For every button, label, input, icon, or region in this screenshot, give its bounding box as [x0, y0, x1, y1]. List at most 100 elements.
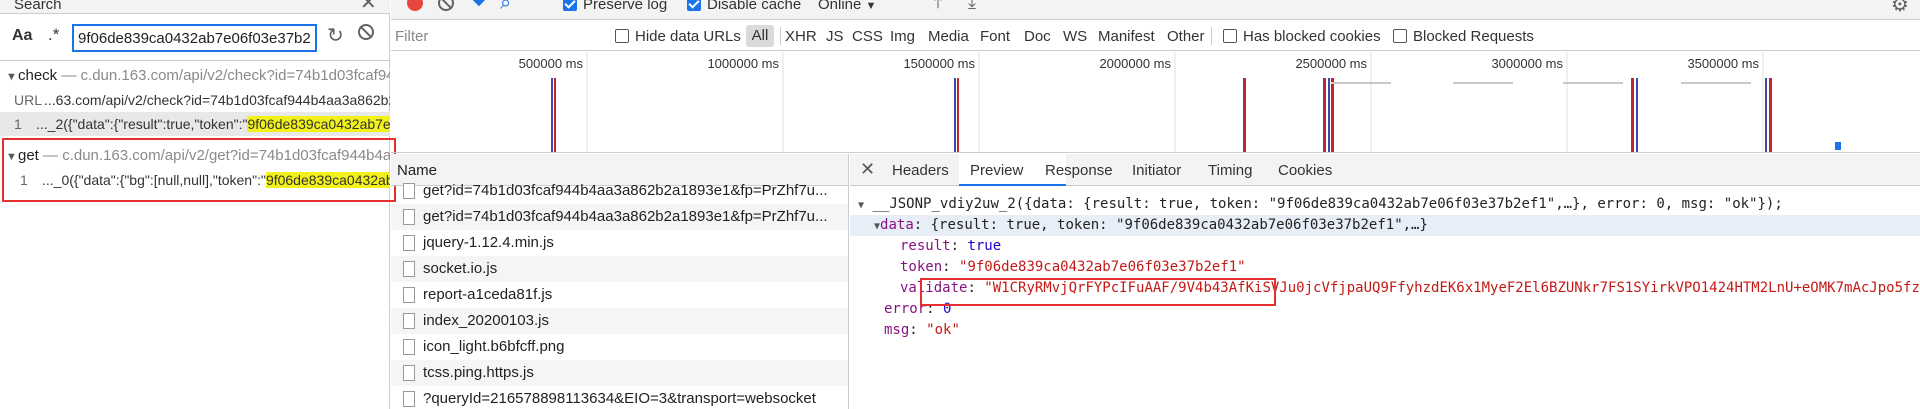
timeline-request-segment — [1681, 82, 1751, 84]
tab-response[interactable]: Response — [1045, 162, 1113, 179]
tab-cookies[interactable]: Cookies — [1278, 162, 1332, 179]
timeline-overview[interactable]: 500000 ms 1000000 ms 1500000 ms 2000000 ms 2… — [391, 52, 1920, 153]
tab-preview[interactable]: Preview — [970, 162, 1023, 179]
request-row[interactable]: ?queryId=216578898113634&EIO=3&transport… — [391, 386, 848, 409]
request-details-panel: ✕ Headers Preview Response Initiator Tim… — [850, 154, 1920, 409]
timeline-request-bar — [1243, 78, 1246, 152]
network-toolbar: ⏷ ⌕ Preserve log Disable cache Online ▼ … — [391, 0, 1920, 20]
tab-timing[interactable]: Timing — [1208, 162, 1252, 179]
request-list: Name get?id=74b1d03fcaf944b4aa3a862b2a18… — [391, 154, 849, 409]
checkbox-unchecked-icon[interactable] — [1223, 29, 1237, 43]
gear-icon[interactable]: ⚙ — [1891, 0, 1909, 17]
search-result-line[interactable]: 1 ..._2({"data":{"result":true,"token":"9… — [0, 112, 390, 136]
record-button[interactable] — [407, 0, 423, 11]
timeline-request-bar — [1765, 78, 1767, 152]
type-filter-media[interactable]: Media — [928, 28, 969, 45]
type-filter-js[interactable]: JS — [826, 28, 844, 45]
search-result-line[interactable]: URL ...63.com/api/v2/check?id=74b1d03fcaf… — [0, 88, 390, 112]
request-row[interactable]: report-a1ceda81f.js — [391, 282, 848, 308]
search-result-header[interactable]: ▼check — c.dun.163.com/api/v2/check?id=7… — [0, 64, 390, 88]
file-icon — [403, 287, 415, 303]
timeline-tick-label: 2000000 ms — [1099, 56, 1171, 71]
filter-input[interactable] — [395, 24, 605, 48]
type-filter-xhr[interactable]: XHR — [785, 28, 817, 45]
timeline-request-segment — [1331, 82, 1391, 84]
checkbox-unchecked-icon[interactable] — [615, 29, 629, 43]
timeline-tick-label: 1500000 ms — [903, 56, 975, 71]
regex-button[interactable]: .* — [48, 25, 59, 45]
tab-headers[interactable]: Headers — [892, 162, 949, 179]
filter-icon[interactable]: ⏷ — [471, 0, 487, 15]
refresh-icon[interactable]: ↻ — [327, 23, 344, 48]
timeline-tick-label: 2500000 ms — [1295, 56, 1367, 71]
file-icon — [403, 183, 415, 199]
line-number: 1 — [14, 116, 22, 132]
clear-log-icon[interactable] — [438, 0, 454, 11]
preview-content: ▼ __JSONP_vdiy2uw_2({data: {result: true… — [850, 186, 1920, 341]
type-filter-ws[interactable]: WS — [1063, 28, 1087, 45]
match-case-button[interactable]: Aa — [12, 27, 32, 45]
close-icon[interactable]: ✕ — [360, 0, 377, 15]
annotation-box-get — [2, 138, 396, 202]
search-icon[interactable]: ⌕ — [500, 0, 511, 15]
timeline-tick-label: 3500000 ms — [1687, 56, 1759, 71]
timeline-request-bar — [1631, 78, 1634, 152]
timeline-chart: 500000 ms 1000000 ms 1500000 ms 2000000 ms 2… — [519, 52, 1841, 152]
hide-data-urls-checkbox[interactable]: Hide data URLs — [615, 28, 741, 45]
preview-msg-line: msg: "ok" — [884, 322, 960, 338]
timeline-request-bar — [551, 78, 553, 152]
timeline-request-bar — [954, 78, 956, 152]
search-panel-header: Search ✕ — [0, 0, 390, 14]
request-row[interactable]: tcss.ping.https.js — [391, 360, 848, 386]
has-blocked-cookies-checkbox[interactable]: Has blocked cookies — [1223, 28, 1381, 45]
type-filter-all[interactable]: All — [746, 25, 774, 47]
import-har-icon[interactable]: ⤒ — [934, 0, 942, 13]
checkbox-checked-icon[interactable] — [563, 0, 577, 11]
type-filter-manifest[interactable]: Manifest — [1098, 28, 1155, 45]
export-har-icon[interactable]: ⤓ — [968, 0, 976, 13]
request-row[interactable]: get?id=74b1d03fcaf944b4aa3a862b2a1893e1&… — [391, 178, 848, 204]
request-row[interactable]: icon_light.b6bfcff.png — [391, 334, 848, 360]
preview-data-line[interactable]: ▼data: {result: true, token: "9f06de839c… — [850, 215, 1920, 236]
request-row[interactable]: socket.io.js — [391, 256, 848, 282]
checkbox-checked-icon[interactable] — [687, 0, 701, 11]
preserve-log-checkbox[interactable]: Preserve log — [563, 0, 667, 13]
preview-root-line[interactable]: ▼ __JSONP_vdiy2uw_2({data: {result: true… — [850, 194, 1920, 215]
type-filter-other[interactable]: Other — [1167, 28, 1205, 45]
type-filter-img[interactable]: Img — [890, 28, 915, 45]
search-input[interactable] — [72, 24, 317, 52]
tab-initiator[interactable]: Initiator — [1132, 162, 1181, 179]
collapse-triangle-icon[interactable]: ▼ — [858, 200, 864, 211]
preview-result-line: result: true — [900, 238, 1002, 254]
details-tab-bar: ✕ Headers Preview Response Initiator Tim… — [850, 154, 1920, 186]
timeline-request-bar — [1636, 78, 1638, 152]
throttling-select[interactable]: Online ▼ — [818, 0, 876, 13]
disable-cache-checkbox[interactable]: Disable cache — [687, 0, 801, 13]
type-filter-css[interactable]: CSS — [852, 28, 883, 45]
blocked-requests-checkbox[interactable]: Blocked Requests — [1393, 28, 1534, 45]
timeline-request-bar — [1328, 78, 1330, 152]
file-icon — [403, 339, 415, 355]
close-icon[interactable]: ✕ — [860, 159, 875, 180]
clear-icon[interactable] — [358, 24, 374, 40]
file-icon — [403, 365, 415, 381]
timeline-request-bar — [554, 78, 556, 152]
file-icon — [403, 261, 415, 277]
checkbox-unchecked-icon[interactable] — [1393, 29, 1407, 43]
file-icon — [403, 235, 415, 251]
request-row[interactable]: jquery-1.12.4.min.js — [391, 230, 848, 256]
request-row[interactable]: index_20200103.js — [391, 308, 848, 334]
timeline-request-segment — [1835, 142, 1841, 150]
timeline-tick-label: 1000000 ms — [707, 56, 779, 71]
search-bar: Aa .* ↻ — [0, 15, 390, 61]
chevron-down-icon: ▼ — [865, 0, 877, 12]
type-filter-font[interactable]: Font — [980, 28, 1010, 45]
timeline-request-bar — [1331, 78, 1334, 152]
request-row[interactable]: get?id=74b1d03fcaf944b4aa3a862b2a1893e1&… — [391, 204, 848, 230]
search-result-group-check: ▼check — c.dun.163.com/api/v2/check?id=7… — [0, 64, 390, 136]
divider — [780, 27, 781, 45]
expand-triangle-icon[interactable]: ▼ — [6, 65, 18, 88]
timeline-tick-label: 3000000 ms — [1491, 56, 1563, 71]
timeline-request-segment — [1563, 82, 1623, 84]
type-filter-doc[interactable]: Doc — [1024, 28, 1051, 45]
